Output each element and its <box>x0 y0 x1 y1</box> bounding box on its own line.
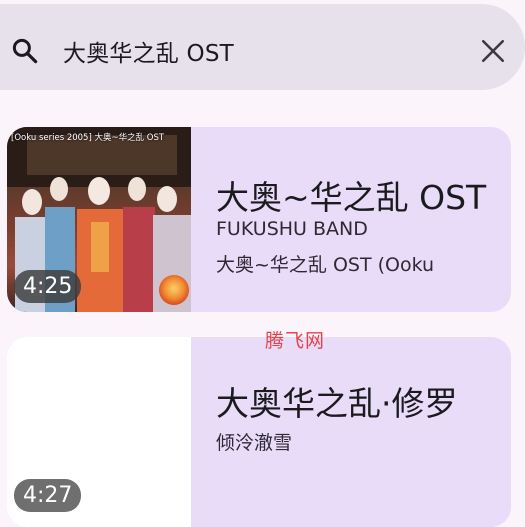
track-title: 大奥华之乱·修罗 <box>216 384 458 423</box>
result-card[interactable]: [Ooku series 2005] 大奥~华之乱 OST 4:25 大奥~华之… <box>7 127 511 312</box>
watermark: 腾飞网 <box>265 330 326 352</box>
search-bar[interactable]: 大奥华之乱 OST <box>0 4 525 90</box>
track-artist: 倾泠澈雪 <box>216 432 293 454</box>
track-album: 大奥~华之乱 OST (Ooku <box>216 254 435 276</box>
thumbnail-caption: [Ooku series 2005] 大奥~华之乱 OST <box>11 133 165 143</box>
thumbnail: [Ooku series 2005] 大奥~华之乱 OST 4:25 <box>7 127 191 312</box>
track-artist: FUKUSHU BAND <box>216 218 368 240</box>
search-icon[interactable] <box>10 36 40 66</box>
result-card[interactable]: 4:27 大奥华之乱·修罗 倾泠澈雪 <box>7 337 511 527</box>
duration-badge: 4:27 <box>14 479 82 512</box>
thumbnail: 4:27 <box>7 337 191 527</box>
channel-logo-icon <box>159 275 189 305</box>
close-icon[interactable] <box>480 38 506 64</box>
search-input[interactable]: 大奥华之乱 OST <box>63 34 234 68</box>
duration-badge: 4:25 <box>14 270 82 303</box>
track-title: 大奥~华之乱 OST <box>216 178 487 217</box>
